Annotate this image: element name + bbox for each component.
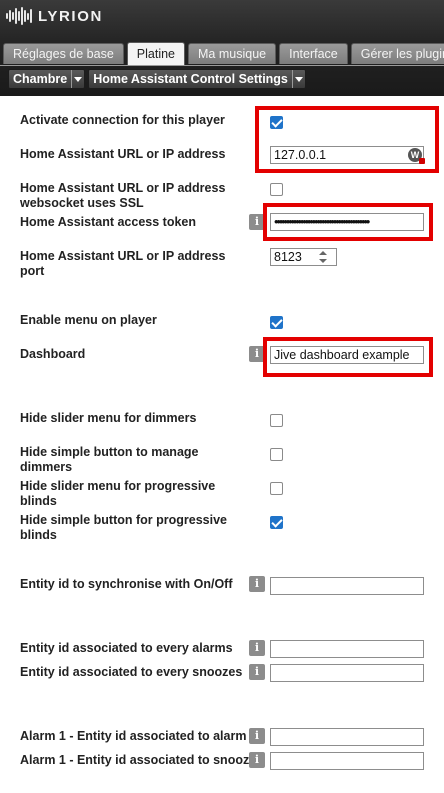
tab-divider [0,65,444,66]
settings-page-dropdown-label: Home Assistant Control Settings [93,72,288,86]
hide-button-dimmers-label: Hide simple button to manage dimmers [20,445,199,474]
info-icon[interactable]: i [249,752,265,768]
hide-button-blinds-checkbox[interactable] [270,516,283,529]
alarm1-snooze-input[interactable] [270,752,424,770]
tab-interface[interactable]: Interface [279,43,348,64]
player-dropdown[interactable]: Chambre [8,69,86,89]
player-dropdown-label: Chambre [13,72,68,86]
hide-slider-blinds-label: Hide slider menu for progressive blinds [20,479,216,508]
token-label: Home Assistant access token [20,215,197,229]
snoozes-input[interactable] [270,664,424,682]
hide-slider-dimmers-label: Hide slider menu for dimmers [20,411,197,425]
alarm1-input[interactable] [270,728,424,746]
stepper-icon[interactable] [316,250,330,264]
tab-bar: Réglages de base Platine Ma musique Inte… [3,42,444,65]
hide-button-blinds-label: Hide simple button for progressive blind… [20,513,227,542]
alarms-input[interactable] [270,640,424,658]
highlight-box-connection [255,106,439,173]
ssl-label: Home Assistant URL or IP address websock… [20,181,226,210]
activate-label: Activate connection for this player [20,113,225,127]
hide-button-dimmers-checkbox[interactable] [270,448,283,461]
settings-page-dropdown[interactable]: Home Assistant Control Settings [88,69,306,89]
alarm1-label: Alarm 1 - Entity id associated to alarm [20,729,247,743]
selector-bar: Chambre Home Assistant Control Settings [8,69,306,89]
highlight-box-dashboard [263,337,433,377]
chevron-down-icon[interactable] [71,70,84,88]
url-label: Home Assistant URL or IP address [20,147,226,161]
logo[interactable]: LYRION [6,5,103,27]
snoozes-label: Entity id associated to every snoozes [20,665,243,679]
menu-label: Enable menu on player [20,313,157,327]
tab-basic-settings[interactable]: Réglages de base [3,43,124,64]
info-icon[interactable]: i [249,664,265,680]
top-bar: LYRION Réglages de base Platine Ma musiq… [0,0,444,96]
highlight-box-token [263,203,433,241]
tab-my-music[interactable]: Ma musique [188,43,277,64]
tab-player[interactable]: Platine [126,42,186,65]
alarms-label: Entity id associated to every alarms [20,641,233,655]
alarm1-snooze-label: Alarm 1 - Entity id associated to snooze [20,753,249,767]
info-icon[interactable]: i [249,728,265,744]
info-icon[interactable]: i [249,576,265,592]
sync-label: Entity id to synchronise with On/Off [20,577,233,591]
logo-text: LYRION [38,7,103,25]
waveform-icon [6,6,32,26]
info-icon[interactable]: i [249,640,265,656]
sync-input[interactable] [270,577,424,595]
port-label: Home Assistant URL or IP address port [20,249,226,278]
hide-slider-blinds-checkbox[interactable] [270,482,283,495]
tab-manage-plugins[interactable]: Gérer les plugins [350,43,444,64]
dashboard-label: Dashboard [20,347,86,361]
chevron-down-icon[interactable] [291,70,305,88]
ssl-checkbox[interactable] [270,183,283,196]
hide-slider-dimmers-checkbox[interactable] [270,414,283,427]
menu-checkbox[interactable] [270,316,283,329]
